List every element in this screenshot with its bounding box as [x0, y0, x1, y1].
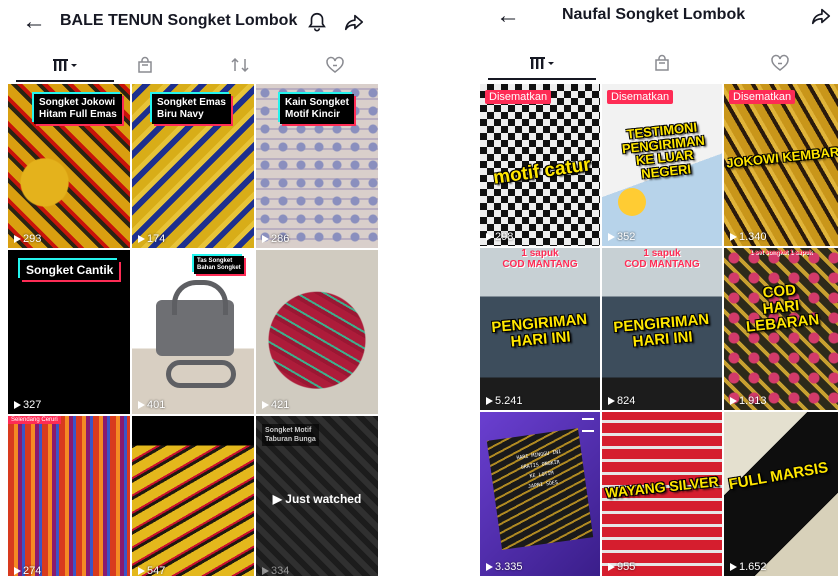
heart-lock-icon: [326, 56, 344, 73]
video-tile[interactable]: 547: [132, 416, 254, 576]
pinned-badge: Disematkan: [485, 90, 552, 104]
view-count: 5.241: [486, 395, 523, 407]
grid-icon: [530, 57, 554, 69]
grid-icon: [53, 59, 77, 71]
view-count: 421: [262, 399, 289, 411]
video-tile[interactable]: Tas Songket Bahan Songket 401: [132, 250, 254, 414]
video-tile[interactable]: Disematkan JOKOWI KEMBAR 1.340: [724, 84, 838, 246]
video-tile[interactable]: Songket Emas Biru Navy 174: [132, 84, 254, 248]
shopping-bag-icon: [138, 56, 152, 73]
shopping-bag-icon: [655, 54, 669, 71]
view-count: 1.340: [730, 231, 767, 243]
share-icon[interactable]: [810, 5, 832, 27]
back-arrow-icon[interactable]: ←: [22, 10, 46, 34]
tab-liked[interactable]: [722, 46, 838, 80]
view-count: 352: [608, 231, 635, 243]
video-caption: Tas Songket Bahan Songket: [194, 256, 244, 274]
video-overlay-text: PENGIRIMAN HARI INI: [612, 310, 710, 351]
video-top-text: 1 sapuk COD MANTANG: [624, 248, 700, 270]
just-watched-label: ▶ Just watched: [272, 492, 362, 506]
profile-title: BALE TENUN Songket Lombok: [60, 12, 298, 29]
pinned-badge: Disematkan: [729, 90, 796, 104]
view-count: 1.913: [730, 395, 767, 407]
video-overlay-text: motif catur: [491, 154, 593, 189]
video-overlay-text: COD HARI LEBARAN: [745, 281, 820, 336]
share-icon[interactable]: [343, 11, 365, 33]
left-content-tabs: [0, 48, 384, 82]
profile-title: Naufal Songket Lombok: [562, 6, 746, 23]
video-tile[interactable]: 1 sapuk COD MANTANG PENGIRIMAN HARI INI …: [480, 248, 600, 410]
video-caption: Selendang Ceruri: [8, 416, 61, 424]
view-count: 298: [486, 231, 513, 243]
right-content-tabs: [472, 46, 838, 80]
video-tile[interactable]: Songket Cantik 327: [8, 250, 130, 414]
tab-shop[interactable]: [95, 48, 195, 82]
bag-handle: [172, 280, 228, 315]
video-caption: Songket Cantik: [20, 260, 120, 280]
video-tile[interactable]: 1 sapuk COD MANTANG PENGIRIMAN HARI INI …: [602, 248, 722, 410]
bag-strap: [166, 360, 236, 388]
video-tile[interactable]: 421: [256, 250, 378, 414]
video-tile[interactable]: Selendang Ceruri 274: [8, 416, 130, 576]
video-overlay-text: PENGIRIMAN HARI INI: [490, 310, 588, 351]
view-count: 3.335: [486, 561, 523, 573]
tab-shop[interactable]: [602, 46, 722, 80]
tab-videos[interactable]: [482, 46, 602, 80]
view-count: 547: [138, 565, 165, 576]
video-tile[interactable]: WAYANG SILVER 955: [602, 412, 722, 576]
video-tile[interactable]: 1 set songket 1 sapuk COD HARI LEBARAN 1…: [724, 248, 838, 410]
back-arrow-icon[interactable]: ←: [496, 4, 520, 28]
video-overlay-text: JOKOWI KEMBAR: [725, 143, 838, 171]
carousel-icon: [582, 418, 594, 432]
view-count: 174: [138, 233, 165, 245]
video-caption: Songket Jokowi Hitam Full Emas: [34, 94, 122, 124]
video-tile[interactable]: Kain Songket Motif Kincir 286: [256, 84, 378, 248]
video-overlay-text: FULL MARSIS: [727, 458, 830, 494]
video-caption: Songket Motif Taburan Bunga: [262, 424, 319, 446]
emoji-icon: [618, 188, 646, 216]
tab-liked[interactable]: [285, 48, 384, 82]
view-count: 286: [262, 233, 289, 245]
tab-reposts[interactable]: [190, 48, 290, 82]
video-caption: Songket Emas Biru Navy: [152, 94, 231, 124]
video-tile[interactable]: Songket Motif Taburan Bunga ▶ Just watch…: [256, 416, 378, 576]
pinned-badge: Disematkan: [607, 90, 674, 104]
view-count: 293: [14, 233, 41, 245]
right-top-bar: ← Naufal Songket Lombok: [472, 0, 838, 46]
view-count: 1.652: [730, 561, 767, 573]
video-overlay-text: WAYANG SILVER: [604, 473, 720, 501]
view-count: 955: [608, 561, 635, 573]
video-top-text: 1 set songket 1 sapuk: [749, 250, 813, 256]
view-count: 274: [14, 565, 41, 576]
view-count: 334: [262, 565, 289, 576]
view-count: 824: [608, 395, 635, 407]
heart-lock-icon: [771, 54, 789, 71]
video-overlay-text: TESTIMONI PENGIRIMAN KE LUAR NEGERI: [621, 119, 706, 182]
left-top-bar: ← BALE TENUN Songket Lombok: [0, 0, 384, 46]
video-caption: Kain Songket Motif Kincir: [280, 94, 354, 124]
video-tile[interactable]: HARI MINGGU INI GRATIS ONGKIR KE LOTIM J…: [480, 412, 600, 576]
bell-icon[interactable]: [306, 11, 328, 33]
video-tile[interactable]: FULL MARSIS 1.652: [724, 412, 838, 576]
view-count: 401: [138, 399, 165, 411]
video-tile[interactable]: Songket Jokowi Hitam Full Emas 293: [8, 84, 130, 248]
video-tile[interactable]: Disematkan TESTIMONI PENGIRIMAN KE LUAR …: [602, 84, 722, 246]
left-profile-panel: ← BALE TENUN Songket Lombok Songket Joko…: [0, 0, 384, 576]
right-profile-panel: ← Naufal Songket Lombok Disematkan motif…: [472, 0, 838, 576]
repost-icon: [231, 57, 249, 73]
view-count: 327: [14, 399, 41, 411]
video-tile[interactable]: Disematkan motif catur 298: [480, 84, 600, 246]
video-top-text: 1 sapuk COD MANTANG: [502, 248, 578, 270]
